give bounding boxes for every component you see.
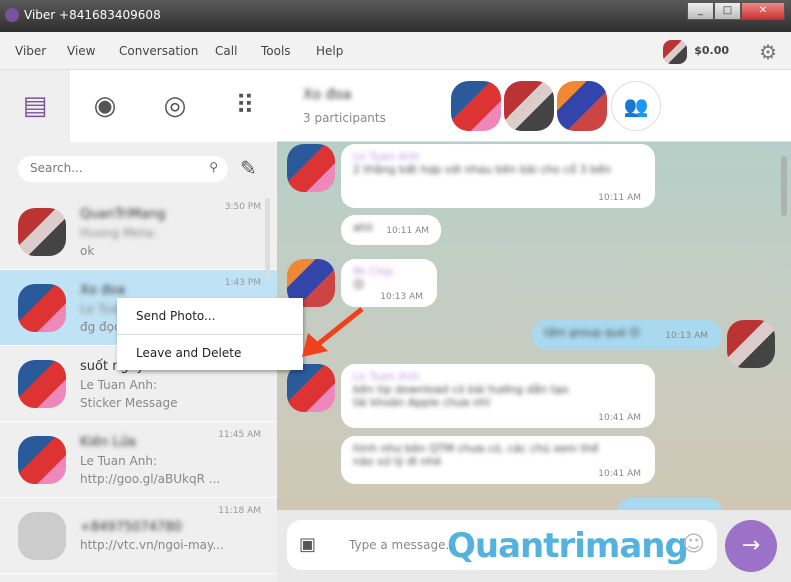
message-time: 10:41 AM — [598, 469, 641, 479]
message-text: tấm group quá 😊 — [544, 326, 641, 339]
participant-avatar[interactable] — [504, 81, 554, 131]
message-time: 10:41 AM — [598, 413, 641, 423]
tab-dialpad[interactable]: ⠿ — [210, 70, 280, 142]
search-input[interactable]: Search... ⚲ — [18, 156, 228, 182]
context-menu: Send Photo... Leave and Delete — [117, 298, 303, 370]
tab-contacts[interactable]: ◉ — [70, 70, 140, 142]
conversation-time: 11:18 AM — [218, 506, 261, 516]
participant-avatar[interactable] — [557, 81, 607, 131]
avatar — [287, 364, 335, 412]
menu-item-send-photo[interactable]: Send Photo... — [117, 298, 303, 334]
watermark: Quantrimang — [447, 526, 689, 566]
message-time: 10:11 AM — [598, 193, 641, 203]
menu-call[interactable]: Call — [215, 44, 237, 58]
maximize-button[interactable]: □ — [714, 2, 741, 20]
conversation-time: 1:43 PM — [224, 278, 261, 288]
avatar — [287, 144, 335, 192]
conversation-preview: http://vtc.vn/ngoi-may... — [80, 538, 224, 552]
message-bubble: hình như bên QTM chưa có, các chú xem th… — [341, 436, 655, 484]
chat-header: Xo đoa 3 participants 👥 — [277, 70, 791, 142]
message-text: ahii — [353, 221, 373, 234]
message-time: 10:13 AM — [380, 292, 423, 302]
conversation-item[interactable]: Kiến Lửa Le Tuan Anh: http://goo.gl/aBUk… — [0, 422, 277, 498]
tab-public-chats[interactable]: ◎ — [140, 70, 210, 142]
message-bubble: Mi Chịp 😊 10:13 AM — [341, 259, 437, 307]
menu-conversation[interactable]: Conversation — [119, 44, 198, 58]
participants-count: 3 participants — [303, 111, 386, 125]
conversation-preview: Sticker Message — [80, 396, 178, 410]
menu-bar: Viber View Conversation Call Tools Help … — [0, 32, 791, 70]
group-info-button[interactable]: 👥 — [611, 81, 661, 131]
menu-item-leave-and-delete[interactable]: Leave and Delete — [117, 334, 303, 370]
message-sender: Mi Chịp — [353, 265, 394, 278]
conversation-sender: Le Tuan Anh: — [80, 378, 158, 392]
my-avatar[interactable] — [663, 40, 687, 64]
avatar — [18, 360, 66, 408]
message-time: 10:11 AM — [386, 226, 429, 236]
my-avatar — [727, 320, 775, 368]
conversation-item[interactable]: QuanTriMang Huong Meta: ok 3:50 PM — [0, 194, 277, 270]
my-message-bubble — [617, 498, 722, 510]
viber-logo-icon — [5, 8, 19, 22]
conversation-name: +84975074780 — [80, 520, 182, 535]
menu-viber[interactable]: Viber — [15, 44, 46, 58]
minimize-button[interactable]: _ — [687, 2, 714, 20]
conversation-name: Kiến Lửa — [80, 435, 136, 450]
contact-icon: ◉ — [93, 91, 117, 121]
participant-avatar[interactable] — [451, 81, 501, 131]
conversation-preview: ok — [80, 244, 95, 258]
menu-help[interactable]: Help — [316, 44, 343, 58]
conversation-sender: Le Tuan Anh: — [80, 454, 158, 468]
avatar — [18, 436, 66, 484]
conversation-preview: http://goo.gl/aBUkqR ... — [80, 472, 221, 486]
close-button[interactable]: ✕ — [741, 2, 785, 20]
default-avatar-icon — [18, 512, 66, 560]
window-title: Viber +841683409608 — [24, 8, 161, 22]
compose-icon[interactable]: ✎ — [240, 156, 257, 180]
chat-scrollbar[interactable] — [781, 156, 787, 216]
message-time: 10:13 AM — [665, 331, 708, 341]
chat-title: Xo đoa — [303, 87, 352, 103]
arrow-right-icon: → — [741, 533, 761, 558]
search-icon: ⚲ — [209, 160, 218, 174]
message-text: 😊 — [353, 278, 365, 291]
message-bubble: Le Tuan Anh bên tip download có bài hướn… — [341, 364, 655, 428]
list-scrollbar[interactable] — [265, 198, 270, 278]
message-placeholder: Type a message... — [349, 538, 457, 552]
message-bubble: ahii 10:11 AM — [341, 215, 441, 245]
send-button[interactable]: → — [725, 520, 777, 572]
conversation-preview: đg đọc — [80, 320, 121, 334]
dialpad-icon: ⠿ — [235, 91, 255, 121]
annotation-arrow-icon — [302, 307, 364, 357]
my-message-bubble: tấm group quá 😊 10:13 AM — [532, 320, 722, 350]
message-text: 2 thằng bất hợp với nhau bên bài cho cổ … — [353, 163, 611, 176]
tab-chats[interactable]: ▤ — [0, 70, 70, 142]
public-chat-icon: ◎ — [163, 91, 187, 121]
message-input[interactable]: ▣ Type a message... Quantrimang ☺ — [287, 520, 717, 570]
chat-bubble-icon: ▤ — [22, 91, 48, 121]
conversation-sender: Huong Meta: — [80, 226, 157, 240]
avatar — [18, 208, 66, 256]
message-sender: Le Tuan Anh — [353, 150, 420, 163]
balance: $0.00 — [694, 44, 729, 57]
message-bubble: Le Tuan Anh 2 thằng bất hợp với nhau bên… — [341, 144, 655, 208]
message-text: hình như bên QTM chưa có, các chú xem th… — [353, 442, 599, 468]
image-icon[interactable]: ▣ — [299, 534, 316, 555]
conversation-item[interactable]: +84975074780 http://vtc.vn/ngoi-may... 1… — [0, 498, 277, 574]
conversation-time: 11:45 AM — [218, 430, 261, 440]
gear-icon[interactable]: ⚙ — [759, 40, 777, 64]
smiley-icon[interactable]: ☺ — [682, 532, 705, 557]
conversation-name: Xo đoa — [80, 283, 126, 298]
avatar — [18, 284, 66, 332]
search-placeholder: Search... — [30, 161, 83, 175]
menu-view[interactable]: View — [67, 44, 95, 58]
message-text: bên tip download có bài hướng dẫn tạo tà… — [353, 383, 569, 409]
message-sender: Le Tuan Anh — [353, 370, 420, 383]
conversation-list: QuanTriMang Huong Meta: ok 3:50 PM Xo đo… — [0, 194, 277, 574]
conversation-time: 3:50 PM — [224, 202, 261, 212]
menu-tools[interactable]: Tools — [261, 44, 291, 58]
title-bar: Viber +841683409608 _ □ ✕ — [0, 0, 791, 32]
conversation-name: QuanTriMang — [80, 207, 166, 222]
input-bar: ▣ Type a message... Quantrimang ☺ → — [277, 510, 791, 582]
